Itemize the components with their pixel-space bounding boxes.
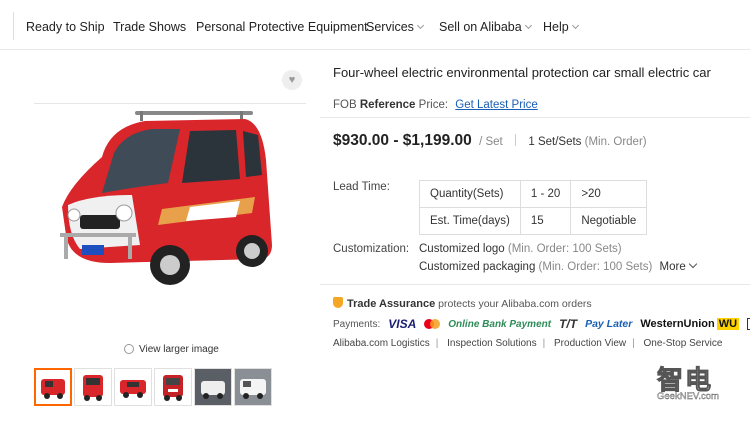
chevron-down-icon xyxy=(416,21,424,30)
tt-icon: T/T xyxy=(559,317,578,331)
nav-help[interactable]: Help xyxy=(543,20,579,34)
trade-assurance-title: Trade Assurance xyxy=(347,298,436,310)
customized-logo-row: Customized logo (Min. Order: 100 Sets) xyxy=(419,243,622,255)
thumbnail-3[interactable] xyxy=(114,368,152,406)
nav-label: Trade Shows xyxy=(113,20,187,34)
table-row: Quantity(Sets) 1 - 20 >20 xyxy=(419,180,648,208)
western-union-label: WesternUnion xyxy=(640,318,715,330)
favorite-button[interactable]: ♥ xyxy=(282,70,302,90)
packaging-min-order: (Min. Order: 100 Sets) xyxy=(538,261,653,273)
fob-suffix: Price: xyxy=(418,99,449,111)
price-row: $930.00 - $1,199.00 / Set 1 Set/Sets (Mi… xyxy=(333,132,647,150)
customized-logo: Customized logo xyxy=(419,243,505,255)
price-range: $930.00 - $1,199.00 xyxy=(333,132,472,149)
logistics-link[interactable]: Alibaba.com Logistics xyxy=(333,338,430,349)
visa-icon: VISA xyxy=(388,317,417,331)
wu-badge: WU xyxy=(716,318,740,330)
table-cell: Quantity(Sets) xyxy=(419,180,521,208)
watermark-site: GeekNEV.com xyxy=(657,391,719,402)
product-title: Four-wheel electric environmental protec… xyxy=(333,65,711,80)
section-divider xyxy=(320,284,750,285)
nav-label: Services xyxy=(366,20,414,34)
nav-sell-on-alibaba[interactable]: Sell on Alibaba xyxy=(439,20,532,34)
thumbnail-2[interactable] xyxy=(74,368,112,406)
table-cell: >20 xyxy=(570,180,648,208)
nav-label: Sell on Alibaba xyxy=(439,20,522,34)
payments-label: Payments: xyxy=(333,318,381,330)
separator: | xyxy=(632,338,635,349)
image-divider xyxy=(34,103,306,104)
top-navigation: Ready to Ship Trade Shows Personal Prote… xyxy=(0,0,750,50)
fob-price-row: FOB Reference Price: Get Latest Price xyxy=(333,99,538,111)
western-union-icon: WesternUnion WU xyxy=(640,318,740,330)
trade-assurance[interactable]: Trade Assurance protects your Alibaba.co… xyxy=(333,296,592,310)
table-cell: 15 xyxy=(519,207,572,235)
more-button[interactable]: More xyxy=(659,259,697,273)
zoom-icon xyxy=(124,344,134,354)
thumbnail-5[interactable] xyxy=(194,368,232,406)
moq-note: (Min. Order) xyxy=(584,136,647,148)
thumbnail-6[interactable] xyxy=(234,368,272,406)
nav-trade-shows[interactable]: Trade Shows xyxy=(113,20,186,34)
nav-services[interactable]: Services xyxy=(366,20,424,34)
table-cell: Est. Time(days) xyxy=(419,207,521,235)
more-label: More xyxy=(659,261,686,273)
shield-icon xyxy=(333,297,343,308)
thumbnail-strip xyxy=(34,368,272,408)
customized-packaging: Customized packaging xyxy=(419,261,536,273)
fob-reference: Reference xyxy=(359,99,416,111)
moq-value: 1 Set/Sets xyxy=(528,136,582,148)
fob-prefix: FOB xyxy=(333,99,357,111)
heart-icon: ♥ xyxy=(288,73,296,86)
table-cell: 1 - 20 xyxy=(519,180,572,208)
customization-label: Customization: xyxy=(333,243,410,255)
view-larger-image-link[interactable]: View larger image xyxy=(124,342,219,355)
chevron-down-icon xyxy=(688,259,697,269)
min-order: 1 Set/Sets (Min. Order) xyxy=(528,136,646,148)
separator: | xyxy=(435,338,439,349)
price-separator xyxy=(515,134,517,146)
nav-label: Personal Protective Equipment xyxy=(196,20,368,34)
inspection-solutions-link[interactable]: Inspection Solutions xyxy=(447,338,537,349)
table-cell: Negotiable xyxy=(570,207,648,235)
service-links: Alibaba.com Logistics | Inspection Soluti… xyxy=(333,338,722,349)
watermark: 智电 GeekNEV.com xyxy=(655,360,735,406)
online-bank-payment-icon: Online Bank Payment xyxy=(448,318,552,330)
nav-personal-protective-equipment[interactable]: Personal Protective Equipment xyxy=(196,20,368,34)
table-row: Est. Time(days) 15 Negotiable xyxy=(419,207,648,235)
nav-label: Ready to Ship xyxy=(26,20,105,34)
thumbnail-4[interactable] xyxy=(154,368,192,406)
thumbnail-1[interactable] xyxy=(34,368,72,406)
nav-label: Help xyxy=(543,20,569,34)
payment-methods: Payments: VISA Online Bank Payment T/T P… xyxy=(333,317,750,331)
section-divider xyxy=(320,117,750,118)
separator: | xyxy=(542,338,546,349)
lead-time-label: Lead Time: xyxy=(333,181,390,193)
one-stop-service-link[interactable]: One-Stop Service xyxy=(644,338,723,349)
chevron-down-icon xyxy=(571,21,579,30)
nav-ready-to-ship[interactable]: Ready to Ship xyxy=(26,20,105,34)
trade-assurance-text: protects your Alibaba.com orders xyxy=(438,298,592,310)
lead-time-table: Quantity(Sets) 1 - 20 >20 Est. Time(days… xyxy=(419,180,648,235)
nav-divider xyxy=(0,12,14,40)
customized-packaging-row: Customized packaging (Min. Order: 100 Se… xyxy=(419,259,697,273)
get-latest-price-link[interactable]: Get Latest Price xyxy=(455,99,537,111)
production-view-link[interactable]: Production View xyxy=(554,338,626,349)
chevron-down-icon xyxy=(524,21,532,30)
pay-later-icon: Pay Later xyxy=(585,318,633,330)
product-main-image[interactable] xyxy=(40,105,290,305)
mastercard-icon xyxy=(424,319,441,329)
view-larger-label: View larger image xyxy=(139,344,219,355)
price-unit: / Set xyxy=(479,136,503,148)
logo-min-order: (Min. Order: 100 Sets) xyxy=(507,243,622,255)
